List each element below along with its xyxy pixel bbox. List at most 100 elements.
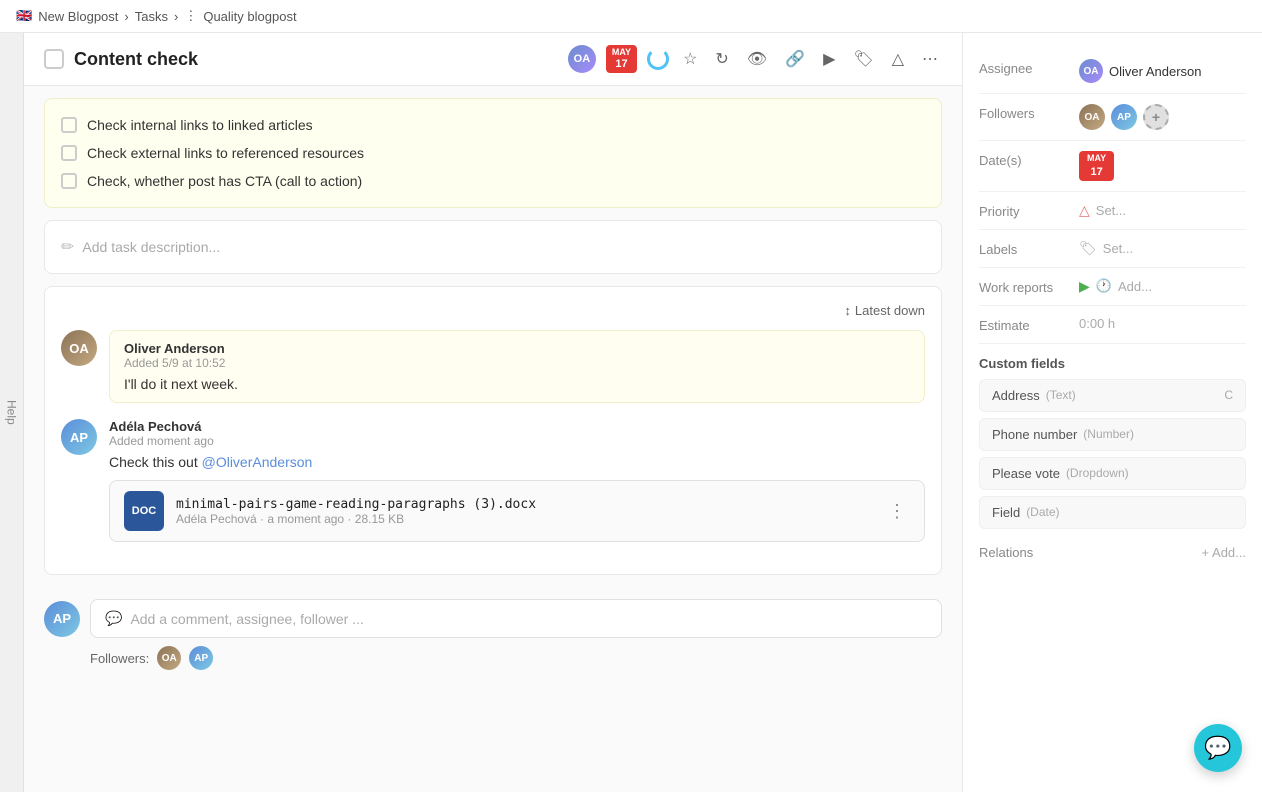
refresh-button[interactable]: ↻	[711, 47, 732, 71]
date-row: Date(s) May 17	[979, 141, 1246, 192]
checklist-item: Check, whether post has CTA (call to act…	[61, 167, 925, 195]
right-sidebar: Assignee OA Oliver Anderson Followers OA…	[962, 33, 1262, 792]
assignee-row: Assignee OA Oliver Anderson	[979, 49, 1246, 94]
file-more-button[interactable]: ⋮	[884, 499, 910, 524]
star-button[interactable]: ☆	[679, 47, 701, 71]
follower-avatar: OA	[157, 646, 181, 670]
breadcrumb: 🇬🇧 New Blogpost › Tasks › ⋮ Quality blog…	[0, 0, 1262, 33]
breadcrumb-sep2: ›	[174, 9, 178, 24]
header-actions: ☆ ↻ 👁 🔗 ▶ 🏷 △ ⋯	[679, 47, 942, 71]
custom-fields-header: Custom fields	[979, 344, 1246, 379]
followers-label: Followers	[979, 104, 1069, 121]
assignee-value: OA Oliver Anderson	[1079, 59, 1246, 83]
date-value: May 17	[1079, 151, 1246, 181]
play-button[interactable]: ▶	[819, 47, 839, 71]
checklist-item-label: Check internal links to linked articles	[87, 117, 313, 133]
sort-comments-button[interactable]: ↕ Latest down	[844, 303, 925, 318]
status-circle	[647, 48, 669, 70]
task-header: Content check OA May 17 ☆ ↻ 👁 🔗 ▶ 🏷 △ ⋯	[24, 33, 962, 86]
follower-avatar: OA	[1079, 104, 1105, 130]
play-icon[interactable]: ▶	[1079, 278, 1090, 295]
task-checkbox[interactable]	[44, 49, 64, 69]
description-placeholder-text: Add task description...	[82, 239, 220, 255]
checklist-checkbox-2[interactable]	[61, 145, 77, 161]
add-work-report-button[interactable]: Add...	[1118, 279, 1152, 294]
file-icon: DOC	[124, 491, 164, 531]
breadcrumb-page[interactable]: Quality blogpost	[203, 9, 296, 24]
file-attachment: DOC minimal-pairs-game-reading-paragraph…	[109, 480, 925, 542]
breadcrumb-sep1: ›	[124, 9, 128, 24]
avatar: OA	[61, 330, 97, 366]
content-area: Content check OA May 17 ☆ ↻ 👁 🔗 ▶ 🏷 △ ⋯	[24, 33, 962, 792]
priority-icon: △	[1079, 202, 1090, 219]
add-follower-button[interactable]: +	[1143, 104, 1169, 130]
checklist-item: Check internal links to linked articles	[61, 111, 925, 139]
comment-item: OA Oliver Anderson Added 5/9 at 10:52 I'…	[61, 330, 925, 403]
checklist-item-label: Check external links to referenced resou…	[87, 145, 364, 161]
fab-icon: 💬	[1204, 735, 1231, 761]
followers-row: Followers OA AP +	[979, 94, 1246, 141]
priority-value[interactable]: △ Set...	[1079, 202, 1246, 219]
more-button[interactable]: ⋯	[918, 47, 942, 71]
sort-label: Latest down	[855, 303, 925, 318]
labels-label: Labels	[979, 240, 1069, 257]
custom-field-address[interactable]: Address (Text) C	[979, 379, 1246, 412]
help-panel[interactable]: Help	[0, 33, 24, 792]
checklist-checkbox-3[interactable]	[61, 173, 77, 189]
comment-time: Added 5/9 at 10:52	[124, 356, 910, 370]
labels-placeholder: Set...	[1103, 241, 1133, 256]
page-title: Content check	[74, 49, 558, 70]
comments-section: ↕ Latest down OA Oliver Anderson Added 5…	[44, 286, 942, 575]
comment-text: Check this out @OliverAnderson	[109, 454, 925, 470]
flag-icon: 🇬🇧	[16, 8, 32, 24]
sort-icon: ↕	[844, 303, 851, 318]
add-relation-button[interactable]: + Add...	[1202, 545, 1246, 560]
work-reports-value: ▶ 🕐 Add...	[1079, 278, 1246, 295]
add-comment-area: AP 💬 Add a comment, assignee, follower .…	[24, 587, 962, 686]
pencil-icon: ✏	[61, 237, 74, 257]
avatar: OA	[568, 45, 596, 73]
comment-input[interactable]: 💬 Add a comment, assignee, follower ...	[90, 599, 942, 638]
eye-button[interactable]: 👁	[743, 47, 771, 71]
comment-input-icon: 💬	[105, 610, 122, 627]
labels-row: Labels 🏷 Set...	[979, 230, 1246, 268]
comment-bubble: Adéla Pechová Added moment ago Check thi…	[109, 419, 925, 542]
custom-field-vote[interactable]: Please vote (Dropdown)	[979, 457, 1246, 490]
alert-button[interactable]: △	[888, 47, 908, 71]
relations-row: Relations + Add...	[979, 535, 1246, 570]
tag-button[interactable]: 🏷	[849, 47, 877, 71]
custom-field-phone[interactable]: Phone number (Number)	[979, 418, 1246, 451]
priority-label: Priority	[979, 202, 1069, 219]
chat-fab-button[interactable]: 💬	[1194, 724, 1242, 772]
comment-item: AP Adéla Pechová Added moment ago Check …	[61, 419, 925, 542]
checklist-checkbox-1[interactable]	[61, 117, 77, 133]
custom-field-type: (Dropdown)	[1066, 466, 1129, 480]
custom-field-type: (Number)	[1083, 427, 1134, 441]
custom-field-name: Please vote	[992, 466, 1060, 481]
breadcrumb-project[interactable]: New Blogpost	[38, 9, 118, 24]
followers-value: OA AP +	[1079, 104, 1246, 130]
clock-icon: 🕐	[1096, 278, 1112, 294]
relations-label: Relations	[979, 545, 1033, 560]
link-button[interactable]: 🔗	[781, 47, 809, 71]
description-section[interactable]: ✏ Add task description...	[44, 220, 942, 274]
priority-placeholder: Set...	[1096, 203, 1126, 218]
estimate-value[interactable]: 0:00 h	[1079, 316, 1246, 331]
date-label: Date(s)	[979, 151, 1069, 168]
custom-field-date[interactable]: Field (Date)	[979, 496, 1246, 529]
comments-header: ↕ Latest down	[61, 303, 925, 318]
breadcrumb-section[interactable]: Tasks	[135, 9, 168, 24]
description-placeholder[interactable]: ✏ Add task description...	[61, 237, 925, 257]
help-label: Help	[5, 400, 19, 425]
comment-time: Added moment ago	[109, 434, 925, 448]
labels-icon: 🏷	[1079, 240, 1097, 257]
checklist-section: Check internal links to linked articles …	[44, 98, 942, 208]
breadcrumb-dots[interactable]: ⋮	[184, 8, 197, 24]
mention: @OliverAnderson	[202, 454, 313, 470]
custom-field-name: Address	[992, 388, 1040, 403]
checklist-item: Check external links to referenced resou…	[61, 139, 925, 167]
labels-value[interactable]: 🏷 Set...	[1079, 240, 1246, 257]
comment-author: Adéla Pechová	[109, 419, 925, 434]
estimate-label: Estimate	[979, 316, 1069, 333]
checklist-item-label: Check, whether post has CTA (call to act…	[87, 173, 362, 189]
